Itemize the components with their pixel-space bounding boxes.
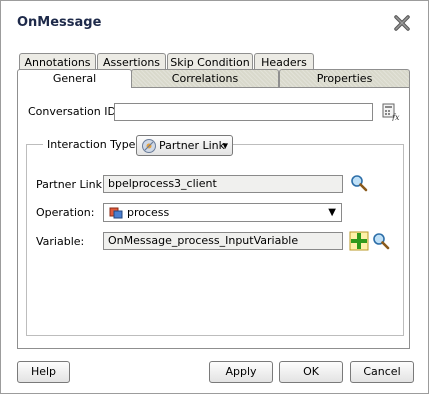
search-icon[interactable] — [350, 174, 368, 195]
tab-correlations[interactable]: Correlations — [131, 69, 279, 87]
tab-label: Headers — [261, 56, 307, 69]
operation-icon — [109, 205, 123, 224]
chevron-down-icon: ▾ — [222, 139, 228, 152]
tab-general[interactable]: General — [17, 69, 132, 88]
interaction-type-label: Interaction Type: — [43, 138, 144, 151]
expression-builder-icon[interactable]: fx — [382, 103, 400, 124]
operation-label: Operation: — [36, 206, 95, 219]
apply-button[interactable]: Apply — [209, 361, 273, 383]
operation-value: process — [127, 206, 170, 219]
variable-field[interactable]: OnMessage_process_InputVariable — [103, 232, 343, 250]
add-variable-icon[interactable] — [349, 231, 369, 254]
tab-label: Correlations — [171, 72, 239, 85]
help-button[interactable]: Help — [17, 361, 70, 383]
interaction-type-select[interactable]: Partner Link ▾ — [136, 135, 233, 156]
tab-label: Properties — [316, 72, 373, 85]
close-icon[interactable] — [391, 12, 413, 34]
operation-select[interactable]: process ▼ — [103, 203, 342, 222]
partner-link-icon — [141, 138, 157, 161]
ok-button[interactable]: OK — [279, 361, 343, 383]
dialog-title: OnMessage — [17, 15, 102, 30]
cancel-button[interactable]: Cancel — [350, 361, 414, 383]
conversation-id-field[interactable] — [114, 103, 373, 121]
search-icon[interactable] — [372, 232, 390, 253]
partner-link-field[interactable]: bpelprocess3_client — [103, 175, 343, 193]
tab-label: Assertions — [102, 56, 161, 69]
tab-label: General — [52, 72, 97, 85]
tab-properties[interactable]: Properties — [279, 69, 410, 87]
onmessage-dialog: OnMessage Annotations Assertions Skip Co… — [0, 0, 429, 394]
svg-text:fx: fx — [391, 113, 400, 121]
chevron-down-icon: ▼ — [328, 207, 336, 218]
tab-label: Annotations — [24, 56, 91, 69]
partner-link-label: Partner Link: — [36, 178, 106, 191]
interaction-type-value: Partner Link — [159, 139, 225, 152]
conversation-id-label: Conversation ID: — [28, 105, 120, 118]
variable-label: Variable: — [36, 235, 85, 248]
tab-label: Skip Condition — [170, 56, 250, 69]
